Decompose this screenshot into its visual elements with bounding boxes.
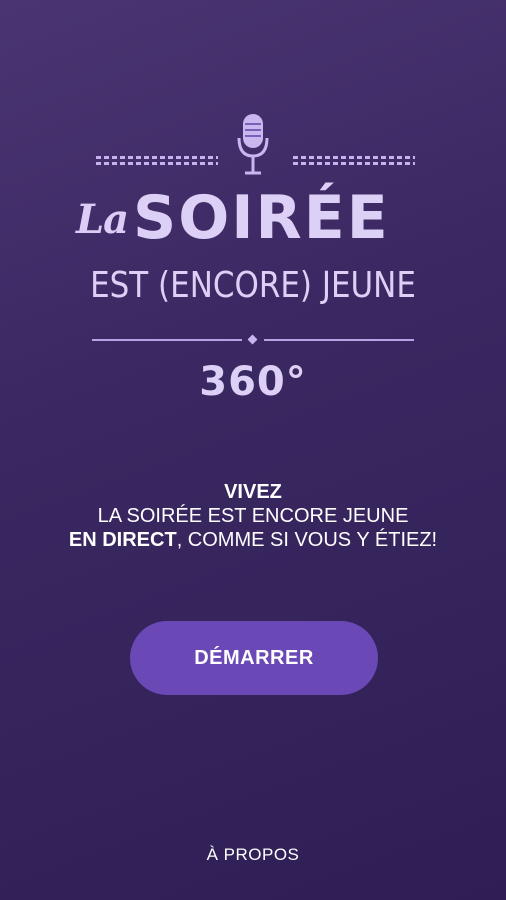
dashed-ornament-right [293, 156, 415, 166]
tagline: VIVEZ LA SOIRÉE EST ENCORE JEUNE EN DIRE… [0, 480, 506, 552]
microphone-icon [237, 114, 269, 175]
diamond-icon [247, 334, 258, 345]
diamond-divider [92, 334, 414, 345]
tagline-line-3-rest: , COMME SI VOUS Y ÉTIEZ! [176, 529, 438, 551]
tagline-line-3: EN DIRECT, COMME SI VOUS Y ÉTIEZ! [0, 528, 506, 552]
start-button[interactable]: DÉMARRER [130, 621, 378, 695]
logo-title-soiree: SOIRÉE [133, 183, 390, 253]
logo-title-la: La [76, 196, 129, 243]
logo-360: 360° [199, 359, 307, 405]
tagline-line-1: VIVEZ [224, 481, 282, 503]
logo-subtitle: EST (ENCORE) JEUNE [90, 265, 416, 306]
show-logo: La SOIRÉE EST (ENCORE) JEUNE 360° [0, 0, 506, 420]
tagline-emphasis: EN DIRECT [68, 529, 177, 551]
about-link[interactable]: À PROPOS [0, 845, 506, 865]
tagline-line-2: LA SOIRÉE EST ENCORE JEUNE [97, 505, 409, 527]
splash-screen: La SOIRÉE EST (ENCORE) JEUNE 360° VIVEZ … [0, 0, 506, 900]
dashed-ornament-left [96, 156, 218, 166]
